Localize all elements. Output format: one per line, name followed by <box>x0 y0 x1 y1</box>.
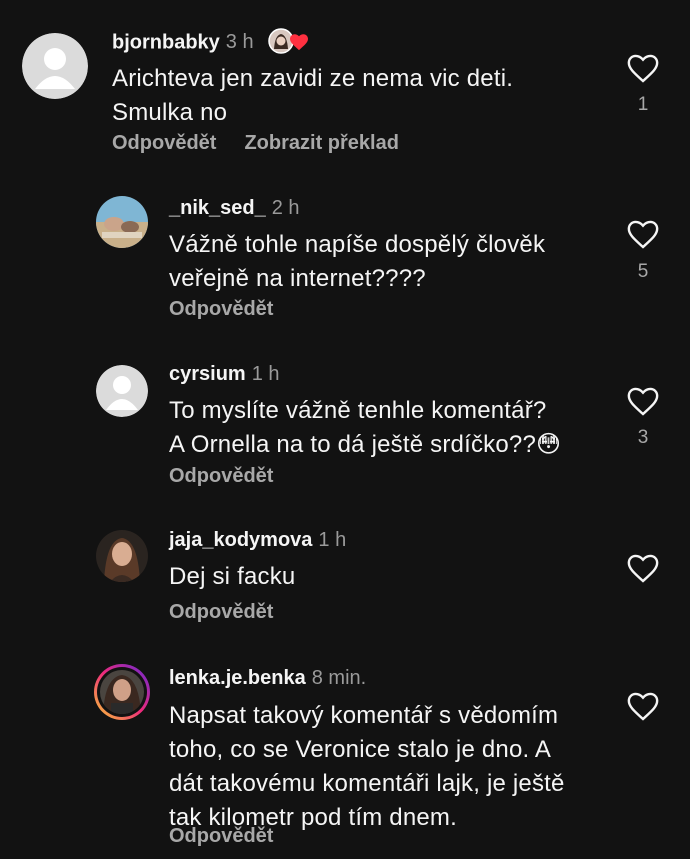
comment-actions: Odpovědět <box>169 600 273 624</box>
comment-actions: Odpovědět <box>169 464 273 488</box>
comment-text-line: Vážně tohle napíše dospělý člověk <box>169 231 546 258</box>
avatar[interactable] <box>22 33 88 99</box>
comment-text-line: Smulka no <box>112 99 228 126</box>
heart-outline-icon[interactable] <box>626 52 660 86</box>
comment-username[interactable]: lenka.je.benka <box>169 667 306 689</box>
comment-meta: bjornbabky 3 h <box>112 28 311 57</box>
avatar[interactable] <box>96 196 148 248</box>
comment-time: 3 h <box>225 31 254 54</box>
comment-text-line: Arichteva jen zavidi ze nema vic deti. <box>112 65 514 92</box>
comment-item: jaja_kodymova 1 h Dej si facku Odpovědět <box>0 510 690 650</box>
default-avatar-icon <box>96 365 148 417</box>
comment-time: 2 h <box>271 197 300 219</box>
comment-meta: lenka.je.benka 8 min. <box>169 666 366 690</box>
translate-button[interactable]: Zobrazit překlad <box>244 132 398 154</box>
comment-text: Vážně tohle napíše dospělý člověk veřejn… <box>169 228 545 296</box>
comment-text-line: toho, co se Veronice stalo je dno. A <box>169 736 552 763</box>
heart-outline-icon[interactable] <box>626 690 660 724</box>
reply-button[interactable]: Odpovědět <box>169 465 273 487</box>
comment-text: Dej si facku <box>169 560 295 594</box>
comment-text-line: Dej si facku <box>169 563 296 590</box>
comment-time: 1 h <box>318 529 347 551</box>
like-count: 1 <box>637 94 649 115</box>
default-avatar-icon <box>22 33 88 99</box>
avatar-story-ring[interactable] <box>93 663 151 721</box>
comment-item: cyrsium 1 h To myslíte vážně tenhle komen… <box>0 345 690 510</box>
heart-outline-icon[interactable] <box>626 218 660 252</box>
comment-username[interactable]: _nik_sed_ <box>169 197 266 219</box>
comment-text-line: veřejně na internet???? <box>169 265 426 292</box>
comment-text: To myslíte vážně tenhle komentář? A Orne… <box>169 394 561 462</box>
author-liked-badge <box>267 28 311 57</box>
avatar[interactable] <box>96 365 148 417</box>
comment-text-line: Napsat takový komentář s vědomím <box>169 702 559 729</box>
reply-button[interactable]: Odpovědět <box>169 825 273 847</box>
comment-item: _nik_sed_ 2 h Vážně tohle napíše dospělý … <box>0 175 690 345</box>
comment-text-line: To myslíte vážně tenhle komentář? <box>169 397 547 424</box>
comment-actions: Odpovědět <box>169 297 273 321</box>
comment-text: Napsat takový komentář s vědomím toho, c… <box>169 699 565 835</box>
avatar[interactable] <box>96 530 148 582</box>
comment-item: bjornbabky 3 h Arichteva jen zavidi ze ne… <box>0 0 690 175</box>
reply-button[interactable]: Odpovědět <box>169 298 273 320</box>
heart-filled-icon <box>290 34 309 51</box>
comment-actions: Odpovědět Zobrazit překlad <box>112 131 399 155</box>
comment-username[interactable]: jaja_kodymova <box>169 529 312 551</box>
comment-item: lenka.je.benka 8 min. Napsat takový komen… <box>0 650 690 859</box>
comment-username[interactable]: cyrsium <box>169 363 246 385</box>
comment-time: 1 h <box>251 363 280 385</box>
comment-meta: _nik_sed_ 2 h <box>169 196 300 220</box>
comment-username[interactable]: bjornbabky <box>112 31 220 53</box>
reply-button[interactable]: Odpovědět <box>169 601 273 623</box>
like-count: 5 <box>637 261 649 282</box>
comment-meta: jaja_kodymova 1 h <box>169 528 346 552</box>
comment-time: 8 min. <box>311 667 367 689</box>
comment-text: Arichteva jen zavidi ze nema vic deti. S… <box>112 62 513 130</box>
comment-meta: cyrsium 1 h <box>169 362 280 386</box>
comment-text-line: dát takovému komentáři lajk, je ještě <box>169 770 565 797</box>
heart-outline-icon[interactable] <box>626 552 660 586</box>
reply-button[interactable]: Odpovědět <box>112 132 216 154</box>
like-count: 3 <box>637 427 649 448</box>
heart-outline-icon[interactable] <box>626 385 660 419</box>
comment-text-line: A Ornella na to dá ještě srdíčko??😳 <box>169 431 562 458</box>
comment-actions: Odpovědět <box>169 824 273 848</box>
